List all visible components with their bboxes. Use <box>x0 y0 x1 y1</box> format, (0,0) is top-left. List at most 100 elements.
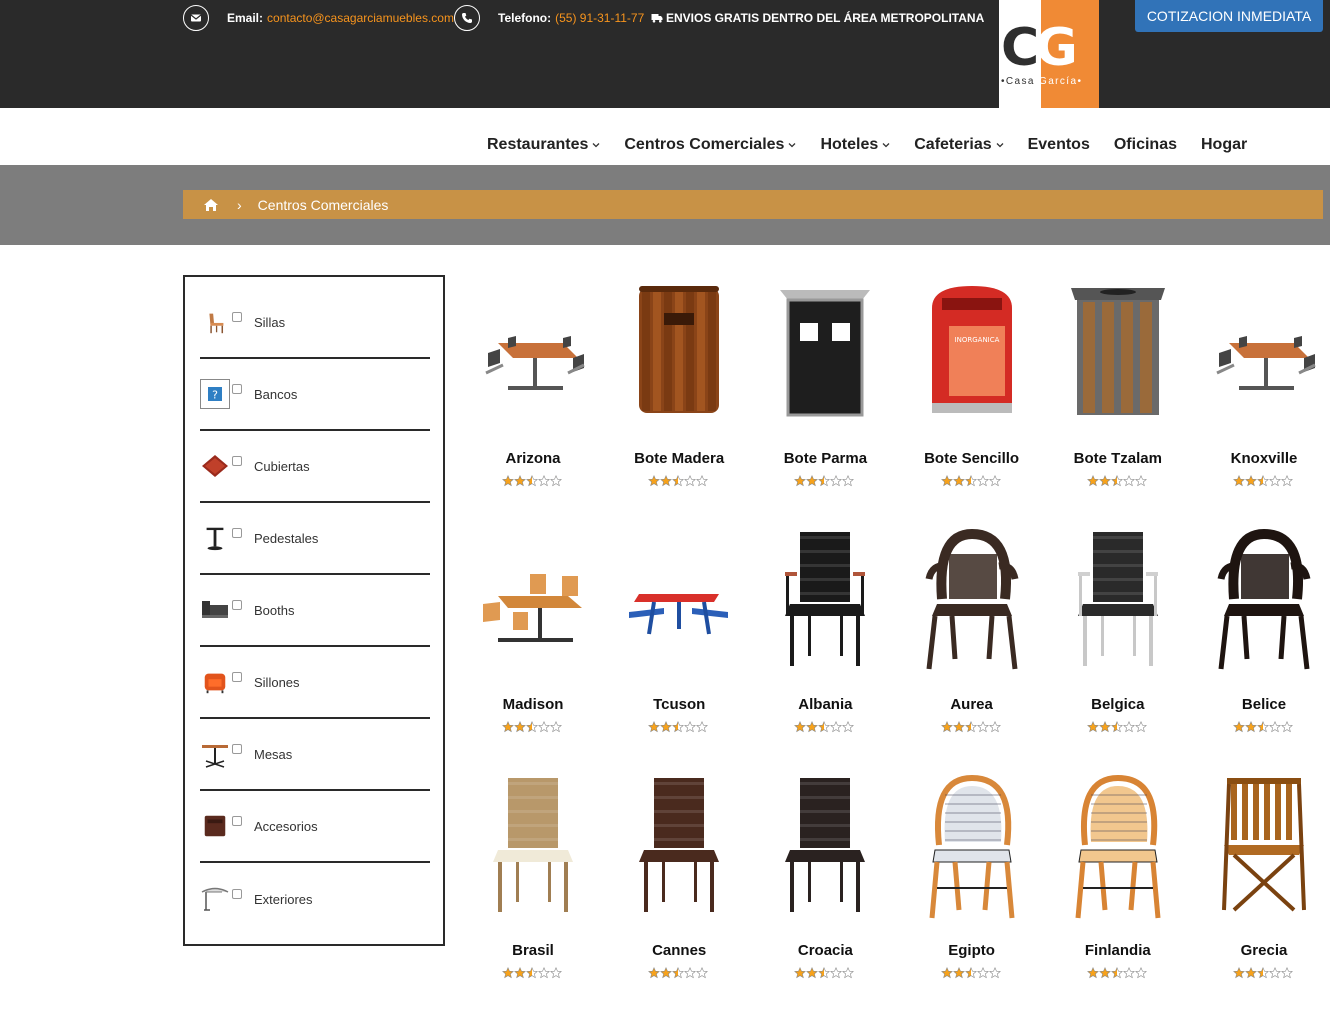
product-image[interactable] <box>770 770 880 925</box>
star-icon <box>952 967 965 979</box>
product-name[interactable]: Belice <box>1191 696 1330 713</box>
product-card[interactable]: Finlandia <box>1045 770 1191 1000</box>
star-icon <box>976 721 989 733</box>
product-name[interactable]: Bote Parma <box>752 450 898 467</box>
product-card[interactable]: Grecia <box>1191 770 1330 1000</box>
phone-link[interactable]: (55) 91-31-11-77 <box>555 11 644 25</box>
pedestal-icon <box>200 523 230 553</box>
product-card[interactable]: Bote Tzalam <box>1045 278 1191 508</box>
product-card[interactable]: Bote Madera <box>606 278 752 508</box>
bin-sign: INORGANICA <box>954 336 999 344</box>
product-name[interactable]: Madison <box>460 696 606 713</box>
category-item-booths[interactable]: Booths <box>200 575 430 647</box>
phone-label: Telefono: <box>498 11 552 25</box>
category-checkbox[interactable] <box>232 672 242 682</box>
category-item-accesorios[interactable]: Accesorios <box>200 791 430 863</box>
category-checkbox[interactable] <box>232 312 242 322</box>
product-card[interactable]: Croacia <box>752 770 898 1000</box>
star-icon <box>1281 721 1293 733</box>
product-image[interactable]: INORGANICA <box>917 278 1027 433</box>
product-card[interactable]: Cannes <box>606 770 752 1000</box>
product-name[interactable]: Tcuson <box>606 696 752 713</box>
product-name[interactable]: Bote Madera <box>606 450 752 467</box>
product-name[interactable]: Cannes <box>606 942 752 959</box>
star-icon <box>1098 721 1111 733</box>
product-name[interactable]: Knoxville <box>1191 450 1330 467</box>
product-name[interactable]: Aurea <box>899 696 1045 713</box>
product-image[interactable] <box>770 524 880 679</box>
product-image[interactable] <box>624 770 734 925</box>
category-checkbox[interactable] <box>232 456 242 466</box>
product-name[interactable]: Croacia <box>752 942 898 959</box>
product-image[interactable] <box>478 770 588 925</box>
product-card[interactable]: Brasil <box>460 770 606 1000</box>
product-image[interactable] <box>624 524 734 679</box>
star-icon <box>806 967 819 979</box>
product-card[interactable]: Aurea <box>899 524 1045 754</box>
nav-label: Eventos <box>1027 136 1090 153</box>
product-card[interactable]: Madison <box>460 524 606 754</box>
product-name[interactable]: Arizona <box>460 450 606 467</box>
product-image[interactable] <box>478 278 588 433</box>
nav-item-hoteles[interactable]: Hoteles <box>820 136 890 154</box>
star-icon <box>806 475 819 487</box>
product-name[interactable]: Brasil <box>460 942 606 959</box>
home-icon[interactable] <box>203 198 219 212</box>
product-card[interactable]: Bote Parma <box>752 278 898 508</box>
category-checkbox[interactable] <box>232 600 242 610</box>
product-name[interactable]: Albania <box>752 696 898 713</box>
product-card[interactable]: Egipto <box>899 770 1045 1000</box>
category-item-exteriores[interactable]: Exteriores <box>200 863 430 935</box>
category-checkbox[interactable] <box>232 384 242 394</box>
star-icon <box>842 475 855 487</box>
product-card[interactable]: Arizona <box>460 278 606 508</box>
product-name[interactable]: Bote Tzalam <box>1045 450 1191 467</box>
star-icon <box>1233 721 1245 733</box>
category-checkbox[interactable] <box>232 816 242 826</box>
product-image[interactable] <box>1063 278 1173 433</box>
casa-garcia-logo[interactable]: CG •Casa García• <box>999 0 1099 108</box>
product-image[interactable] <box>1063 524 1173 679</box>
product-name[interactable]: Grecia <box>1191 942 1330 959</box>
product-name[interactable]: Egipto <box>899 942 1045 959</box>
product-image[interactable] <box>1209 278 1319 433</box>
product-image[interactable] <box>1063 770 1173 925</box>
category-item-sillas[interactable]: Sillas <box>200 287 430 359</box>
nav-item-hogar[interactable]: Hogar <box>1201 136 1247 154</box>
product-name[interactable]: Bote Sencillo <box>899 450 1045 467</box>
star-icon <box>648 721 661 733</box>
category-checkbox[interactable] <box>232 528 242 538</box>
star-icon <box>1257 967 1269 979</box>
product-image[interactable] <box>478 524 588 679</box>
product-image[interactable] <box>917 524 1027 679</box>
category-item-mesas[interactable]: Mesas <box>200 719 430 791</box>
product-image[interactable] <box>770 278 880 433</box>
product-name[interactable]: Finlandia <box>1045 942 1191 959</box>
product-card[interactable]: Belgica <box>1045 524 1191 754</box>
product-card[interactable]: Albania <box>752 524 898 754</box>
product-image[interactable] <box>1209 524 1319 679</box>
nav-item-restaurantes[interactable]: Restaurantes <box>487 136 600 154</box>
category-item-pedestales[interactable]: Pedestales <box>200 503 430 575</box>
email-link[interactable]: contacto@casagarciamuebles.com <box>267 11 454 25</box>
product-rating <box>794 475 855 487</box>
product-image[interactable] <box>1209 770 1319 925</box>
category-checkbox[interactable] <box>232 889 242 899</box>
product-image[interactable] <box>624 278 734 433</box>
category-item-sillones[interactable]: Sillones <box>200 647 430 719</box>
nav-item-cafeterias[interactable]: Cafeterias <box>914 136 1004 154</box>
product-card[interactable]: Knoxville <box>1191 278 1330 508</box>
nav-item-oficinas[interactable]: Oficinas <box>1114 136 1177 154</box>
product-card[interactable]: Belice <box>1191 524 1330 754</box>
category-item-cubiertas[interactable]: Cubiertas <box>200 431 430 503</box>
category-checkbox[interactable] <box>232 744 242 754</box>
nav-item-centros-comerciales[interactable]: Centros Comerciales <box>624 136 796 154</box>
product-card[interactable]: Tcuson <box>606 524 752 754</box>
nav-item-eventos[interactable]: Eventos <box>1028 136 1090 154</box>
product-name[interactable]: Belgica <box>1045 696 1191 713</box>
product-image[interactable] <box>917 770 1027 925</box>
category-item-bancos[interactable]: ? Bancos <box>200 359 430 431</box>
phone-contact: Telefono: (55) 91-31-11-77 <box>454 5 644 31</box>
quote-button[interactable]: COTIZACION INMEDIATA <box>1135 0 1323 32</box>
product-card[interactable]: INORGANICA Bote Sencillo <box>899 278 1045 508</box>
